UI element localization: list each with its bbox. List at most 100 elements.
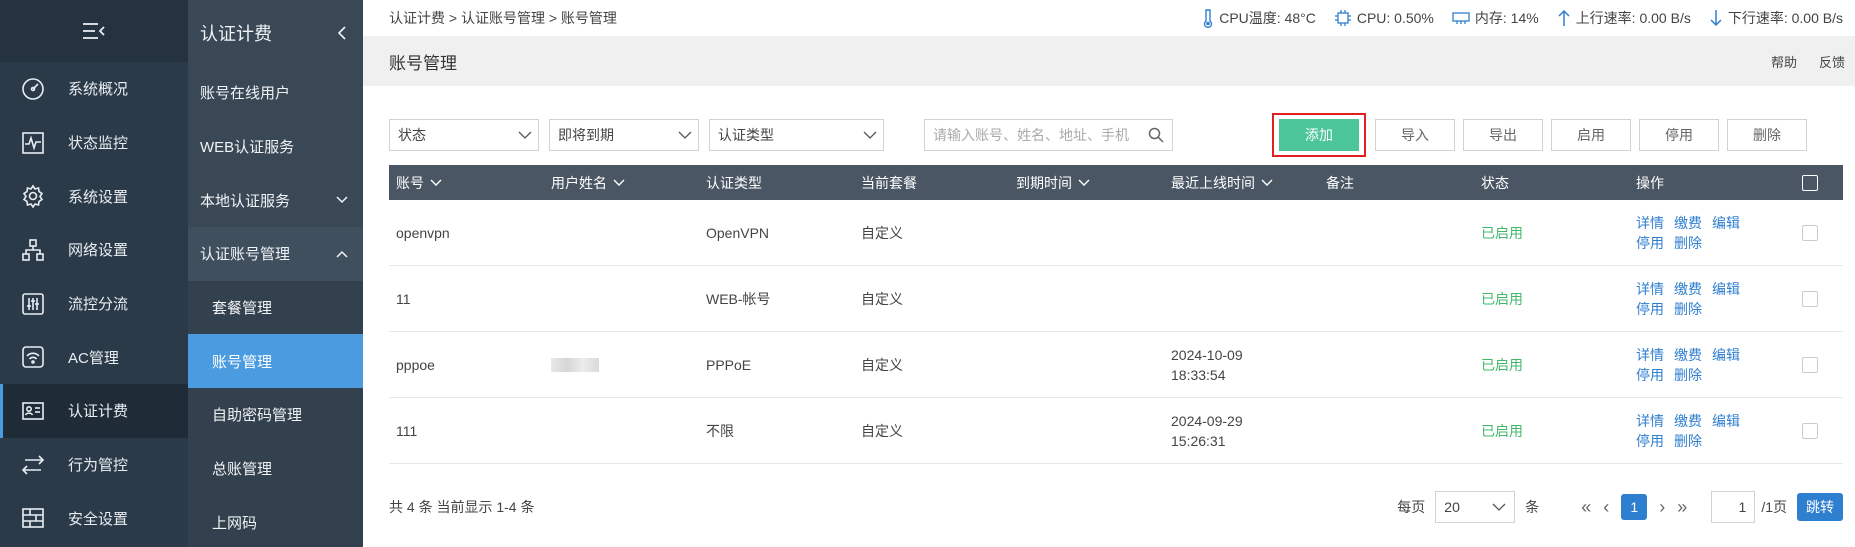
chevron-down-icon — [1492, 503, 1506, 511]
per-page-value: 20 — [1444, 499, 1460, 515]
last-page-icon[interactable]: » — [1677, 497, 1687, 518]
header-label: 最近上线时间 — [1171, 174, 1255, 191]
row-checkbox[interactable] — [1801, 422, 1818, 439]
sliders-icon — [20, 291, 46, 317]
header-auth-type: 认证类型 — [699, 173, 854, 193]
delete-button[interactable]: 删除 — [1727, 119, 1807, 151]
import-button[interactable]: 导入 — [1375, 119, 1455, 151]
cell-actions: 详情 缴费 编辑停用 删除 — [1629, 214, 1769, 252]
enable-button[interactable]: 启用 — [1551, 119, 1631, 151]
sub-item-label: 账号管理 — [212, 353, 273, 371]
delete-link[interactable]: 删除 — [1674, 433, 1702, 449]
disable-link[interactable]: 停用 — [1636, 367, 1664, 383]
pay-link[interactable]: 缴费 — [1674, 281, 1702, 297]
sidebar-item-auth-billing[interactable]: 认证计费 — [0, 384, 188, 438]
page-1-button[interactable]: 1 — [1621, 494, 1648, 520]
help-link[interactable]: 帮助 — [1771, 52, 1797, 71]
sub-sidebar: 认证计费 账号在线用户 WEB认证服务 本地认证服务 认证账号管理 套餐管理 账… — [188, 0, 363, 547]
menu-toggle[interactable] — [0, 0, 188, 62]
next-page-icon[interactable]: › — [1659, 497, 1665, 518]
edit-link[interactable]: 编辑 — [1712, 215, 1740, 231]
row-checkbox[interactable] — [1801, 356, 1818, 373]
detail-link[interactable]: 详情 — [1636, 413, 1664, 429]
last-online-date: 2024-10-09 — [1171, 346, 1243, 363]
pay-link[interactable]: 缴费 — [1674, 413, 1702, 429]
row-checkbox[interactable] — [1801, 224, 1818, 241]
row-checkbox[interactable] — [1801, 290, 1818, 307]
edit-link[interactable]: 编辑 — [1712, 347, 1740, 363]
disable-link[interactable]: 停用 — [1636, 433, 1664, 449]
export-button[interactable]: 导出 — [1463, 119, 1543, 151]
sub-item-self-password[interactable]: 自助密码管理 — [188, 388, 363, 442]
cell-account: openvpn — [396, 224, 450, 241]
select-all-checkbox[interactable] — [1801, 174, 1818, 191]
disable-link[interactable]: 停用 — [1636, 235, 1664, 251]
header-account[interactable]: 账号 — [389, 173, 544, 193]
sidebar-item-overview[interactable]: 系统概况 — [0, 62, 188, 116]
chevron-down-icon — [1078, 179, 1090, 186]
page-header: 账号管理 帮助 反馈 — [363, 36, 1855, 86]
header-expire[interactable]: 到期时间 — [1009, 173, 1164, 193]
header-last-online[interactable]: 最近上线时间 — [1164, 173, 1319, 193]
pay-link[interactable]: 缴费 — [1674, 215, 1702, 231]
expire-select[interactable]: 即将到期 — [549, 119, 699, 151]
monitor-icon — [20, 130, 46, 156]
menu-collapse-icon[interactable] — [81, 21, 107, 41]
detail-link[interactable]: 详情 — [1636, 215, 1664, 231]
prev-page-icon[interactable]: ‹ — [1603, 497, 1609, 518]
edit-link[interactable]: 编辑 — [1712, 281, 1740, 297]
sub-item-account-mgmt[interactable]: 账号管理 — [188, 334, 363, 389]
last-online-time: 18:33:54 — [1171, 366, 1226, 383]
sidebar-item-monitor[interactable]: 状态监控 — [0, 116, 188, 170]
sub-item-access-code[interactable]: 上网码 — [188, 495, 363, 547]
status-select-value: 状态 — [398, 127, 426, 143]
arrows-icon — [20, 452, 46, 478]
jump-button[interactable]: 跳转 — [1797, 493, 1843, 521]
search-input[interactable]: 请输入账号、姓名、地址、手机 — [924, 119, 1173, 151]
detail-link[interactable]: 详情 — [1636, 347, 1664, 363]
chevron-up-icon — [336, 250, 348, 258]
sidebar-item-network[interactable]: 网络设置 — [0, 223, 188, 277]
status-select[interactable]: 状态 — [389, 119, 539, 151]
sub-item-ledger[interactable]: 总账管理 — [188, 441, 363, 496]
main-content: 认证计费 > 认证账号管理 > 账号管理 CPU温度: 48°C CPU: 0.… — [363, 0, 1855, 547]
edit-link[interactable]: 编辑 — [1712, 413, 1740, 429]
per-page-select[interactable]: 20 — [1435, 491, 1516, 523]
sidebar-item-label: 系统概况 — [68, 81, 129, 99]
delete-link[interactable]: 删除 — [1674, 367, 1702, 383]
delete-link[interactable]: 删除 — [1674, 301, 1702, 317]
pay-link[interactable]: 缴费 — [1674, 347, 1702, 363]
disable-button[interactable]: 停用 — [1639, 119, 1719, 151]
sidebar-item-security[interactable]: 安全设置 — [0, 492, 188, 546]
memory-text: 内存: 14% — [1474, 10, 1539, 26]
cell-plan: 自定义 — [861, 290, 903, 307]
cpu-text: CPU: 0.50% — [1356, 10, 1434, 26]
feedback-link[interactable]: 反馈 — [1819, 52, 1845, 71]
delete-link[interactable]: 删除 — [1674, 235, 1702, 251]
page-input[interactable]: 1 — [1711, 491, 1756, 523]
wifi-icon — [20, 344, 46, 370]
cell-select — [1769, 290, 1843, 307]
sidebar-item-settings[interactable]: 系统设置 — [0, 169, 188, 223]
sub-item-plans[interactable]: 套餐管理 — [188, 280, 363, 335]
sub-item-local-auth[interactable]: 本地认证服务 — [188, 173, 363, 227]
cell-actions: 详情 缴费 编辑停用 删除 — [1629, 412, 1769, 450]
auth-type-select[interactable]: 认证类型 — [709, 119, 884, 151]
disable-link[interactable]: 停用 — [1636, 301, 1664, 317]
redacted-name — [551, 357, 599, 372]
sidebar-item-behavior[interactable]: 行为管控 — [0, 438, 188, 492]
header-label: 当前套餐 — [861, 174, 917, 191]
sub-item-web-auth[interactable]: WEB认证服务 — [188, 120, 363, 174]
chevron-down-icon — [518, 131, 532, 139]
first-page-icon[interactable]: « — [1581, 497, 1591, 518]
header-username[interactable]: 用户姓名 — [544, 173, 699, 193]
search-icon[interactable] — [1148, 127, 1164, 143]
sidebar-item-ac[interactable]: AC管理 — [0, 330, 188, 384]
chevron-left-icon[interactable] — [337, 25, 347, 41]
detail-link[interactable]: 详情 — [1636, 281, 1664, 297]
sidebar-item-flow[interactable]: 流控分流 — [0, 277, 188, 331]
chevron-down-icon — [863, 131, 877, 139]
sub-item-auth-accounts[interactable]: 认证账号管理 — [188, 227, 363, 281]
header-label: 操作 — [1636, 174, 1664, 191]
sub-item-online-users[interactable]: 账号在线用户 — [188, 66, 363, 120]
